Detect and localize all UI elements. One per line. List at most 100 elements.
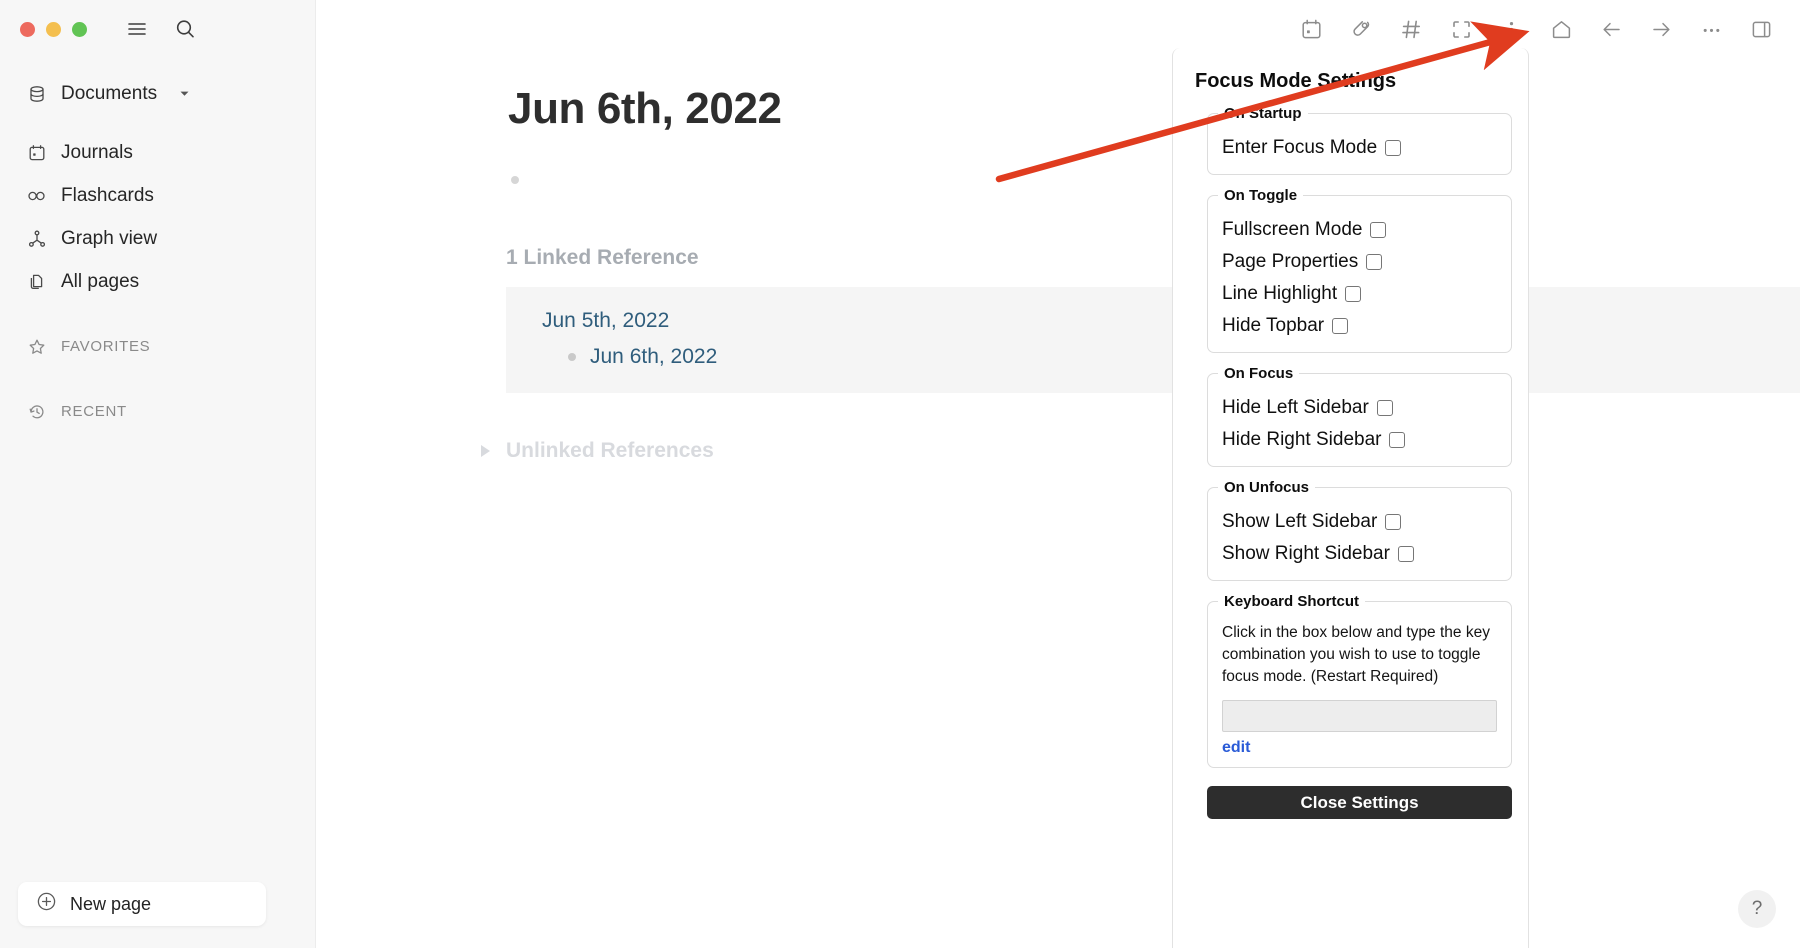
option-label: Hide Topbar <box>1222 315 1325 336</box>
focus-brackets-icon[interactable] <box>1436 6 1486 52</box>
ellipsis-icon[interactable] <box>1686 6 1736 52</box>
sidebar-section-recent[interactable]: RECENT <box>0 390 315 433</box>
app-window: Documents Journals Flashcards Graph view… <box>0 0 1800 948</box>
search-icon[interactable] <box>168 12 202 46</box>
star-icon <box>26 336 47 357</box>
left-sidebar: Documents Journals Flashcards Graph view… <box>0 0 316 948</box>
help-button[interactable]: ? <box>1738 890 1776 928</box>
option-hide-right-sidebar[interactable]: Hide Right Sidebar <box>1208 424 1511 456</box>
linked-reference-block: Jun 5th, 2022 Jun 6th, 2022 <box>506 287 1800 393</box>
option-fullscreen-mode[interactable]: Fullscreen Mode <box>1208 214 1511 246</box>
settings-group-on-toggle: On Toggle Fullscreen Mode Page Propertie… <box>1207 187 1512 353</box>
option-label: Page Properties <box>1222 251 1359 272</box>
close-settings-button[interactable]: Close Settings <box>1207 786 1512 819</box>
maximize-window-button[interactable] <box>72 21 87 37</box>
edit-shortcut-link[interactable]: edit <box>1208 732 1250 757</box>
empty-block[interactable] <box>316 176 1800 184</box>
new-page-label: New page <box>70 893 152 914</box>
clock-icon <box>26 401 47 422</box>
bullet-dot-icon <box>511 176 519 184</box>
option-label: Fullscreen Mode <box>1222 219 1363 240</box>
new-page-container: New page <box>18 882 266 926</box>
infinity-icon <box>26 185 47 206</box>
option-show-right-sidebar[interactable]: Show Right Sidebar <box>1208 538 1511 570</box>
sidebar-section-favorites[interactable]: FAVORITES <box>0 325 315 368</box>
group-legend: Keyboard Shortcut <box>1224 593 1360 610</box>
option-enter-focus-mode[interactable]: Enter Focus Mode <box>1208 132 1511 164</box>
checkbox[interactable] <box>1385 514 1402 530</box>
vertical-dots-icon[interactable] <box>1486 6 1536 52</box>
keyboard-shortcut-input[interactable] <box>1222 700 1497 732</box>
checkbox[interactable] <box>1376 400 1393 416</box>
hash-icon[interactable] <box>1386 6 1436 52</box>
chevron-down-icon[interactable] <box>179 88 190 99</box>
bullet-dot-icon <box>568 353 576 361</box>
option-label: Hide Right Sidebar <box>1222 429 1382 450</box>
group-legend: On Focus <box>1224 365 1294 382</box>
sidebar-section-label: RECENT <box>61 403 127 420</box>
sidebar-item-label: Journals <box>61 141 133 163</box>
window-controls <box>0 0 315 58</box>
option-line-highlight[interactable]: Line Highlight <box>1208 278 1511 310</box>
option-label: Line Highlight <box>1222 283 1338 304</box>
option-hide-topbar[interactable]: Hide Topbar <box>1208 310 1511 342</box>
settings-group-on-startup: On Startup Enter Focus Mode <box>1207 105 1512 175</box>
pages-icon <box>26 271 47 292</box>
checkbox[interactable] <box>1397 546 1414 562</box>
checkbox[interactable] <box>1370 222 1387 238</box>
option-show-left-sidebar[interactable]: Show Left Sidebar <box>1208 506 1511 538</box>
settings-panel-title: Focus Mode Settings <box>1195 70 1397 92</box>
linked-references-heading: 1 Linked Reference <box>506 246 699 269</box>
settings-group-on-unfocus: On Unfocus Show Left Sidebar Show Right … <box>1207 479 1512 581</box>
sidebar-item-label: Graph view <box>61 227 158 249</box>
option-page-properties[interactable]: Page Properties <box>1208 246 1511 278</box>
sidebar-section-label: FAVORITES <box>61 338 151 355</box>
checkbox[interactable] <box>1366 254 1383 270</box>
unlinked-references-label: Unlinked References <box>506 439 714 462</box>
close-window-button[interactable] <box>20 21 35 37</box>
checkbox[interactable] <box>1389 432 1406 448</box>
sidebar-item-graph-view[interactable]: Graph view <box>0 217 315 260</box>
arrow-right-icon[interactable] <box>1636 6 1686 52</box>
settings-group-on-focus: On Focus Hide Left Sidebar Hide Right Si… <box>1207 365 1512 467</box>
option-label: Hide Left Sidebar <box>1222 397 1369 418</box>
right-sidebar-icon[interactable] <box>1736 6 1786 52</box>
sidebar-nav: Documents Journals Flashcards Graph view… <box>0 58 315 433</box>
document-body: Jun 6th, 2022 1 Linked Reference Jun 5th… <box>316 84 1800 463</box>
keyboard-shortcut-description: Click in the box below and type the key … <box>1222 624 1490 685</box>
sidebar-item-label: All pages <box>61 270 140 292</box>
checkbox[interactable] <box>1385 140 1402 156</box>
settings-group-keyboard-shortcut: Keyboard Shortcut Click in the box below… <box>1207 593 1512 768</box>
sidebar-item-journals[interactable]: Journals <box>0 131 315 174</box>
graph-icon <box>26 228 47 249</box>
option-label: Show Left Sidebar <box>1222 511 1378 532</box>
sidebar-item-flashcards[interactable]: Flashcards <box>0 174 315 217</box>
plus-circle-icon <box>36 891 57 917</box>
pen-icon[interactable] <box>1336 6 1386 52</box>
home-icon[interactable] <box>1536 6 1586 52</box>
group-legend: On Startup <box>1224 105 1302 122</box>
calendar-icon <box>26 142 47 163</box>
unlinked-references-toggle[interactable]: Unlinked References <box>316 439 1800 463</box>
checkbox[interactable] <box>1345 286 1362 302</box>
arrow-left-icon[interactable] <box>1586 6 1636 52</box>
option-label: Show Right Sidebar <box>1222 543 1390 564</box>
calendar-icon[interactable] <box>1286 6 1336 52</box>
chevron-right-icon <box>481 445 490 457</box>
reference-child-link: Jun 6th, 2022 <box>590 345 718 368</box>
database-icon <box>26 83 47 104</box>
main-content: Jun 6th, 2022 1 Linked Reference Jun 5th… <box>316 0 1800 948</box>
reference-child-item[interactable]: Jun 6th, 2022 <box>506 345 1800 369</box>
group-legend: On Unfocus <box>1224 479 1309 496</box>
checkbox[interactable] <box>1332 318 1349 334</box>
minimize-window-button[interactable] <box>46 21 61 37</box>
menu-icon[interactable] <box>120 12 154 46</box>
sidebar-item-documents[interactable]: Documents <box>0 72 315 115</box>
page-title: Jun 6th, 2022 <box>508 84 782 133</box>
reference-parent-link[interactable]: Jun 5th, 2022 <box>506 309 1800 333</box>
sidebar-item-label: Documents <box>61 82 158 104</box>
focus-mode-settings-panel: Focus Mode Settings On Startup Enter Foc… <box>1172 48 1529 948</box>
new-page-button[interactable]: New page <box>18 882 266 926</box>
option-hide-left-sidebar[interactable]: Hide Left Sidebar <box>1208 392 1511 424</box>
sidebar-item-all-pages[interactable]: All pages <box>0 260 315 303</box>
